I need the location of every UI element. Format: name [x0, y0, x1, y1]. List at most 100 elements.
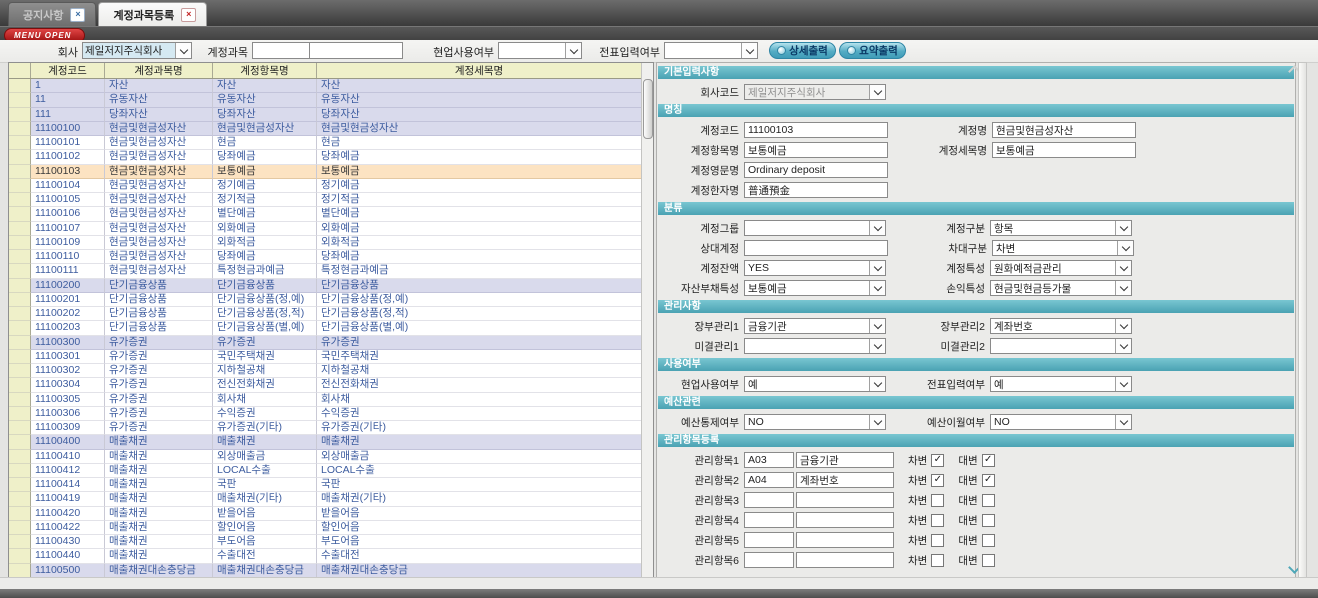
tab-account-registration[interactable]: 계정과목등록 ×: [98, 2, 207, 26]
debit-checkbox[interactable]: [931, 514, 944, 527]
field-select[interactable]: [744, 220, 886, 236]
credit-checkbox[interactable]: ✓: [982, 454, 995, 467]
field-input[interactable]: [992, 142, 1136, 158]
table-row[interactable]: 11100201단기금융상품단기금융상품(정,예)단기금융상품(정,예): [9, 293, 641, 307]
table-row[interactable]: 11100440매출채권수출대전수출대전: [9, 549, 641, 563]
row-gutter[interactable]: [9, 549, 31, 563]
row-gutter[interactable]: [9, 207, 31, 221]
detail-print-button[interactable]: 상세출력: [769, 42, 836, 59]
close-icon[interactable]: ×: [181, 8, 196, 22]
row-gutter[interactable]: [9, 222, 31, 236]
table-row[interactable]: 11100109현금및현금성자산외화적금외화적금: [9, 236, 641, 250]
field-select[interactable]: NO: [744, 414, 886, 430]
table-row[interactable]: 11100309유가증권유가증권(기타)유가증권(기타): [9, 421, 641, 435]
table-row[interactable]: 11100100현금및현금성자산현금및현금성자산현금및현금성자산: [9, 122, 641, 136]
row-gutter[interactable]: [9, 421, 31, 435]
field-input[interactable]: [744, 182, 888, 198]
table-row[interactable]: 11100300유가증권유가증권유가증권: [9, 336, 641, 350]
mgmt-name-input[interactable]: [796, 472, 894, 488]
table-row[interactable]: 11100111현금및현금성자산특정현금과예금특정현금과예금: [9, 264, 641, 278]
field-select[interactable]: 제일저지주식회사: [744, 84, 886, 100]
mgmt-name-input[interactable]: [796, 492, 894, 508]
chevron-down-icon[interactable]: [1117, 241, 1133, 255]
table-row[interactable]: 11100102현금및현금성자산당좌예금당좌예금: [9, 150, 641, 164]
table-row[interactable]: 11100500매출채권대손충당금매출채권대손충당금매출채권대손충당금: [9, 564, 641, 578]
panel-scrollbar[interactable]: [1298, 62, 1307, 578]
table-row[interactable]: 11100302유가증권지하철공채지하철공채: [9, 364, 641, 378]
row-gutter[interactable]: [9, 236, 31, 250]
table-row[interactable]: 11100110현금및현금성자산당좌예금당좌예금: [9, 250, 641, 264]
chevron-down-icon[interactable]: [869, 377, 885, 391]
row-gutter[interactable]: [9, 521, 31, 535]
field-select[interactable]: 예: [744, 376, 886, 392]
field-select[interactable]: 계좌번호: [990, 318, 1132, 334]
mgmt-code-input[interactable]: [744, 512, 794, 528]
row-gutter[interactable]: [9, 393, 31, 407]
row-gutter[interactable]: [9, 336, 31, 350]
mgmt-name-input[interactable]: [796, 552, 894, 568]
chevron-down-icon[interactable]: [1115, 415, 1131, 429]
field-select[interactable]: 보통예금: [744, 280, 886, 296]
table-row[interactable]: 11100419매출채권매출채권(기타)매출채권(기타): [9, 492, 641, 506]
mgmt-name-input[interactable]: [796, 452, 894, 468]
debit-checkbox[interactable]: [931, 494, 944, 507]
chevron-down-icon[interactable]: [565, 43, 581, 58]
chevron-down-icon[interactable]: [1115, 281, 1131, 295]
table-row[interactable]: 11100306유가증권수익증권수익증권: [9, 407, 641, 421]
table-row[interactable]: 11100107현금및현금성자산외화예금외화예금: [9, 222, 641, 236]
row-gutter[interactable]: [9, 150, 31, 164]
field-select[interactable]: 항목: [990, 220, 1132, 236]
table-row[interactable]: 11100106현금및현금성자산별단예금별단예금: [9, 207, 641, 221]
row-gutter[interactable]: [9, 450, 31, 464]
row-gutter[interactable]: [9, 250, 31, 264]
chevron-down-icon[interactable]: [869, 261, 885, 275]
field-select[interactable]: YES: [744, 260, 886, 276]
chevron-down-icon[interactable]: [869, 281, 885, 295]
field-select[interactable]: 차변: [992, 240, 1134, 256]
table-row[interactable]: 11100203단기금융상품단기금융상품(별,예)단기금융상품(별,예): [9, 321, 641, 335]
table-row[interactable]: 11100101현금및현금성자산현금현금: [9, 136, 641, 150]
table-row[interactable]: 11100301유가증권국민주택채권국민주택채권: [9, 350, 641, 364]
field-use-select[interactable]: [498, 42, 582, 59]
row-gutter[interactable]: [9, 378, 31, 392]
row-gutter[interactable]: [9, 122, 31, 136]
table-scrollbar[interactable]: [641, 63, 653, 577]
debit-checkbox[interactable]: [931, 534, 944, 547]
field-select[interactable]: [744, 338, 886, 354]
chevron-down-icon[interactable]: [175, 43, 191, 58]
field-input[interactable]: [744, 240, 888, 256]
credit-checkbox[interactable]: [982, 534, 995, 547]
row-gutter[interactable]: [9, 564, 31, 578]
table-row[interactable]: 11100420매출채권받을어음받을어음: [9, 507, 641, 521]
row-gutter[interactable]: [9, 193, 31, 207]
row-gutter[interactable]: [9, 279, 31, 293]
row-gutter[interactable]: [9, 507, 31, 521]
row-gutter[interactable]: [9, 307, 31, 321]
table-row[interactable]: 111당좌자산당좌자산당좌자산: [9, 108, 641, 122]
chevron-down-icon[interactable]: [1115, 377, 1131, 391]
row-gutter[interactable]: [9, 165, 31, 179]
chevron-down-icon[interactable]: [1115, 221, 1131, 235]
table-row[interactable]: 11100414매출채권국판국판: [9, 478, 641, 492]
field-input[interactable]: [744, 142, 888, 158]
row-gutter[interactable]: [9, 478, 31, 492]
table-row[interactable]: 11100422매출채권할인어음할인어음: [9, 521, 641, 535]
field-input[interactable]: [992, 122, 1136, 138]
row-gutter[interactable]: [9, 350, 31, 364]
chevron-down-icon[interactable]: [1115, 261, 1131, 275]
table-row[interactable]: 11100430매출채권부도어음부도어음: [9, 535, 641, 549]
credit-checkbox[interactable]: [982, 514, 995, 527]
row-gutter[interactable]: [9, 492, 31, 506]
chevron-down-icon[interactable]: [741, 43, 757, 58]
row-gutter[interactable]: [9, 407, 31, 421]
mgmt-code-input[interactable]: [744, 452, 794, 468]
field-select[interactable]: NO: [990, 414, 1132, 430]
field-select[interactable]: 예: [990, 376, 1132, 392]
debit-checkbox[interactable]: [931, 554, 944, 567]
mgmt-name-input[interactable]: [796, 532, 894, 548]
table-row[interactable]: 11100410매출채권외상매출금외상매출금: [9, 450, 641, 464]
field-input[interactable]: [744, 162, 888, 178]
close-icon[interactable]: ×: [70, 8, 85, 22]
summary-print-button[interactable]: 요약출력: [839, 42, 906, 59]
field-select[interactable]: 현금및현금등가물: [990, 280, 1132, 296]
